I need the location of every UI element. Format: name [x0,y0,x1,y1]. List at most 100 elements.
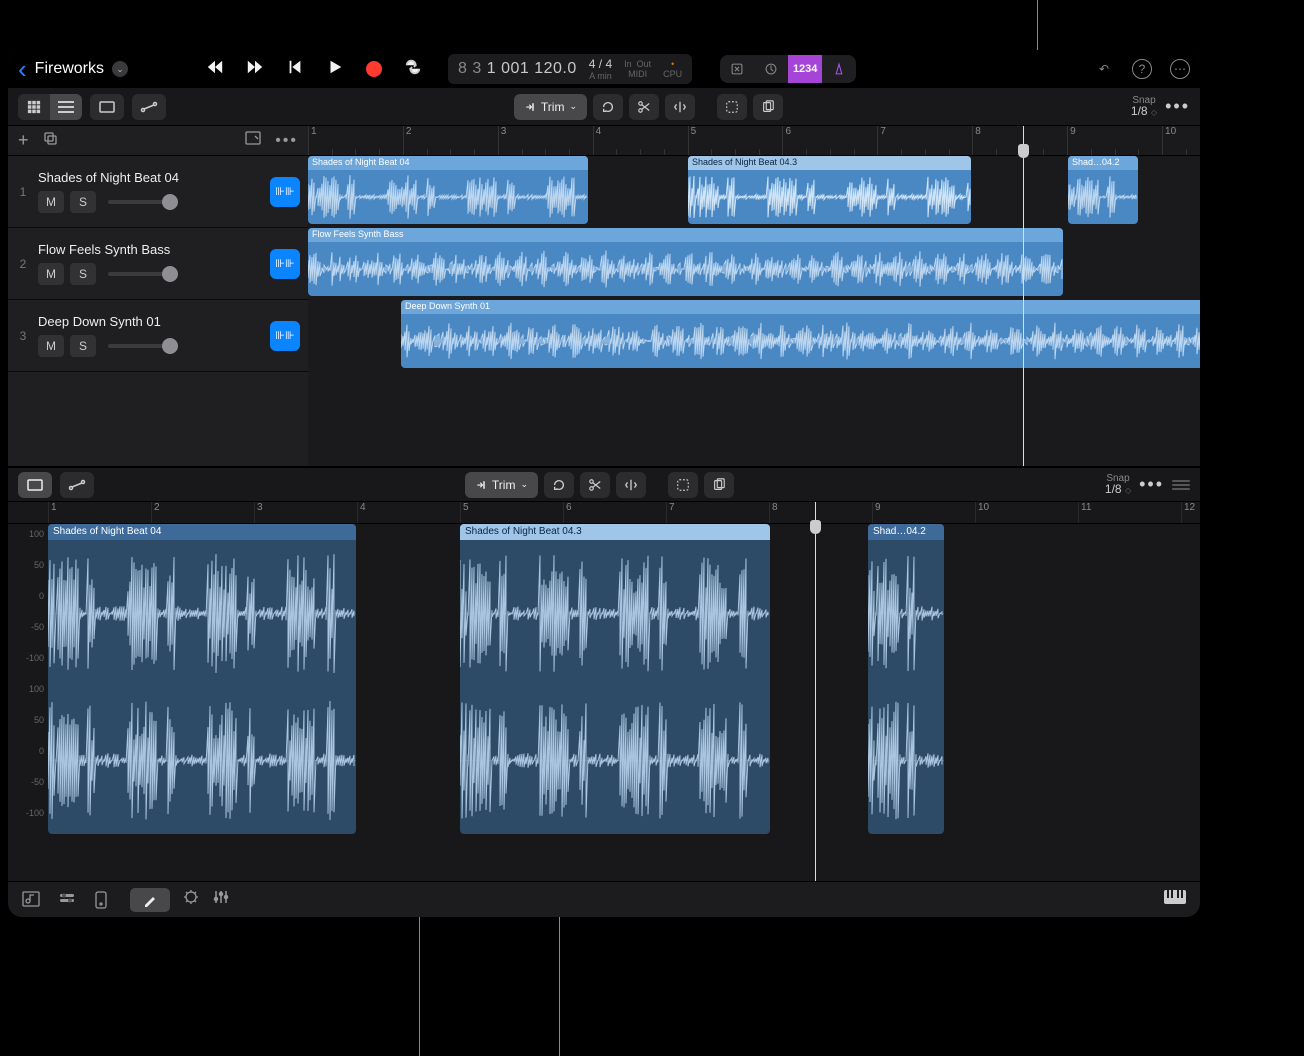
keyboard-button[interactable] [1164,890,1186,909]
editor-scissors-button[interactable] [580,472,610,498]
solo-button[interactable]: S [70,191,96,213]
track-header-more-button[interactable]: ••• [275,132,298,150]
lcd-beat: 1 001 [487,60,530,77]
library-panel-button[interactable] [22,891,40,909]
solo-button[interactable]: S [70,263,96,285]
region-name: Deep Down Synth 01 [401,300,1200,314]
inspector-button[interactable] [182,888,200,911]
editor-split-button[interactable] [616,472,646,498]
editor-trim-button[interactable]: Trim ⌄ [465,472,538,498]
editor-audio-region[interactable]: Shad…04.2 [868,524,944,834]
scissors-tool-button[interactable] [629,94,659,120]
amp-tick: -100 [26,653,44,663]
editor-playhead[interactable] [815,502,816,881]
arrangement-ruler[interactable]: 12345678910 [308,126,1200,156]
more-button[interactable]: ⋯ [1170,59,1190,79]
help-button[interactable]: ? [1132,59,1152,79]
metronome-button[interactable] [754,55,788,83]
undo-button[interactable]: ↶ [1094,59,1114,79]
region-view-button[interactable] [90,94,124,120]
audio-region[interactable]: Deep Down Synth 01 [401,300,1200,368]
track-header[interactable]: 1 Shades of Night Beat 04 M S ⊪⊪ [8,156,308,228]
volume-slider[interactable] [108,200,178,204]
snap-value: 1/8 [1131,104,1148,118]
trim-button[interactable]: Trim ⌄ [514,94,587,120]
cycle-button[interactable] [404,58,422,81]
track-header[interactable]: 2 Flow Feels Synth Bass M S ⊪⊪ [8,228,308,300]
loop-tool-button[interactable] [593,94,623,120]
editor-more-button[interactable]: ••• [1139,474,1164,495]
editor-toolbar: Trim ⌄ Snap 1/8 ◇ ••• [8,468,1200,502]
sliders-button[interactable] [212,889,230,910]
copy-tool-button[interactable] [753,94,783,120]
click-button[interactable] [822,55,856,83]
editor-resize-grip[interactable] [1172,480,1190,490]
track-type-icon[interactable]: ⊪⊪ [270,177,300,207]
track-name: Flow Feels Synth Bass [38,242,262,257]
volume-slider[interactable] [108,272,178,276]
tuner-button[interactable] [720,55,754,83]
automation-view-button[interactable] [132,94,166,120]
rewind-button[interactable] [206,58,224,81]
back-button[interactable]: ‹ [18,54,27,85]
select-tool-button[interactable] [717,94,747,120]
mixer-panel-button[interactable] [58,891,76,909]
track-header[interactable]: 3 Deep Down Synth 01 M S ⊪⊪ [8,300,308,372]
solo-button[interactable]: S [70,335,96,357]
bottombar-center [130,888,230,912]
project-title[interactable]: Fireworks [35,60,104,78]
main-area: + ••• 1 Shades of Night Beat 04 M S ⊪⊪ 2… [8,126,1200,917]
mute-button[interactable]: M [38,335,64,357]
forward-button[interactable] [246,58,264,81]
record-button[interactable] [366,61,382,77]
audio-region[interactable]: Shad…04.2 [1068,156,1138,224]
notepad-button[interactable] [94,891,112,909]
list-view-button[interactable] [50,94,82,120]
audio-editor: Trim ⌄ Snap 1/8 ◇ ••• 1 [8,466,1200,881]
editor-automation-button[interactable] [60,472,94,498]
play-button[interactable] [326,58,344,81]
track-type-icon[interactable]: ⊪⊪ [270,249,300,279]
editor-region-name: Shades of Night Beat 04.3 [460,524,770,540]
editor-ruler[interactable]: 123456789101112 [8,502,1200,524]
library-button[interactable] [245,131,261,150]
editor-ruler-tick: 3 [254,502,263,523]
editor-ruler-tick: 12 [1181,502,1195,523]
topbar: ‹ Fireworks ⌄ 8 3 1 001 120.0 4 / 4 A mi… [8,50,1200,88]
editor-ruler-tick: 2 [151,502,160,523]
editor-body[interactable]: 123456789101112 100500-50-100100500-50-1… [8,502,1200,881]
split-tool-button[interactable] [665,94,695,120]
editor-audio-region[interactable]: Shades of Night Beat 04 [48,524,356,834]
audio-region[interactable]: Flow Feels Synth Bass [308,228,1063,296]
editor-audio-region[interactable]: Shades of Night Beat 04.3 [460,524,770,834]
lcd-display[interactable]: 8 3 1 001 120.0 4 / 4 A min In Out MIDI … [448,54,692,84]
audio-region[interactable]: Shades of Night Beat 04.3 [688,156,971,224]
duplicate-track-button[interactable] [43,131,57,150]
editor-region-view-button[interactable] [18,472,52,498]
add-track-button[interactable]: + [18,130,29,151]
timeline-area[interactable]: 12345678910 Shades of Night Beat 04Shade… [308,126,1200,466]
ruler-tick: 2 [403,126,412,155]
editor-snap-display[interactable]: Snap 1/8 ◇ [1105,473,1131,496]
mute-button[interactable]: M [38,191,64,213]
mute-button[interactable]: M [38,263,64,285]
editor-copy-button[interactable] [704,472,734,498]
pencil-tool-button[interactable] [130,888,170,912]
go-to-start-button[interactable] [286,58,304,81]
playhead[interactable] [1023,126,1024,466]
audio-region[interactable]: Shades of Night Beat 04 [308,156,588,224]
track-type-icon[interactable]: ⊪⊪ [270,321,300,351]
grid-view-button[interactable] [18,94,50,120]
lcd-in: In [624,59,632,69]
count-in-button[interactable]: 1234 [788,55,822,83]
snap-display[interactable]: Snap 1/8 ◇ [1131,95,1157,118]
project-dropdown[interactable]: ⌄ [112,61,128,77]
toolbar-more-button[interactable]: ••• [1165,96,1190,117]
editor-ruler-tick: 11 [1078,502,1091,523]
editor-select-button[interactable] [668,472,698,498]
ruler-tick: 1 [308,126,317,155]
lcd-tempo: 120.0 [534,60,577,77]
volume-slider[interactable] [108,344,178,348]
editor-loop-button[interactable] [544,472,574,498]
ruler-tick: 10 [1162,126,1176,155]
